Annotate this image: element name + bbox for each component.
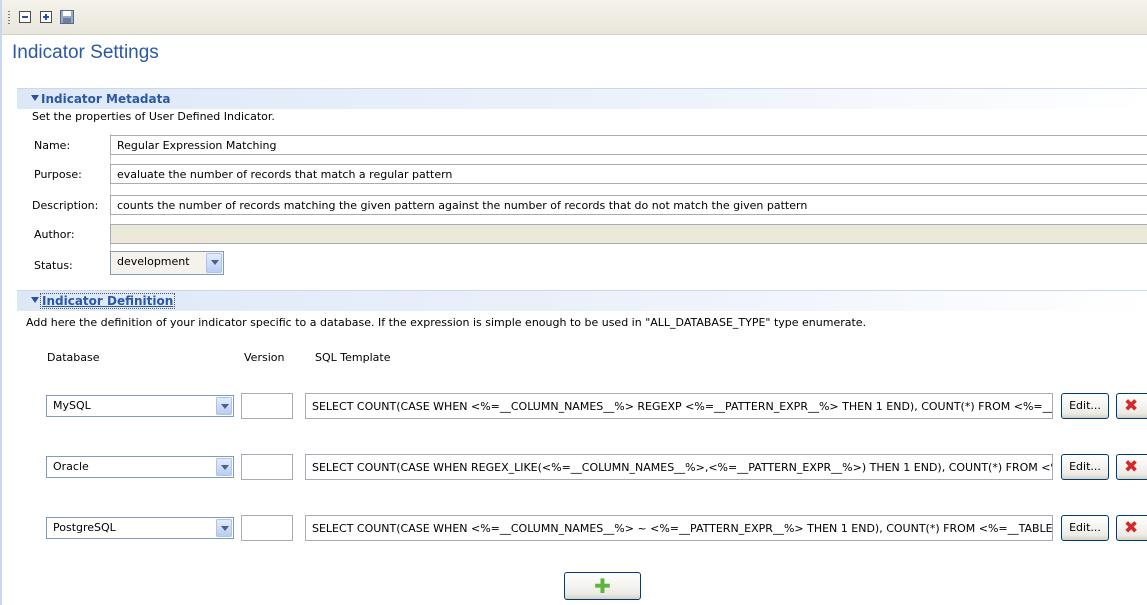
sql-column-header: SQL Template [315, 351, 391, 364]
delete-button[interactable]: ✖ [1116, 454, 1147, 480]
chevron-down-icon[interactable] [216, 397, 232, 415]
database-value: PostgreSQL [53, 521, 116, 534]
delete-button[interactable]: ✖ [1116, 515, 1147, 541]
edit-button[interactable]: Edit... [1061, 515, 1109, 541]
database-combo[interactable]: PostgreSQL [46, 517, 234, 539]
red-x-icon: ✖ [1124, 396, 1139, 416]
metadata-description: Set the properties of User Defined Indic… [32, 110, 275, 123]
sql-template-field[interactable]: SELECT COUNT(CASE WHEN REGEX_LIKE(<%=__C… [305, 454, 1053, 480]
sql-template-field[interactable]: SELECT COUNT(CASE WHEN <%=__COLUMN_NAMES… [305, 515, 1053, 541]
version-column-header: Version [244, 351, 285, 364]
name-field[interactable]: Regular Expression Matching [110, 135, 1147, 155]
database-combo[interactable]: Oracle [46, 456, 234, 478]
author-field [110, 224, 1147, 244]
status-label: Status: [34, 259, 73, 272]
metadata-section-header[interactable]: Indicator Metadata [17, 88, 1147, 109]
purpose-label: Purpose: [34, 168, 82, 181]
chevron-down-icon[interactable] [206, 253, 222, 273]
version-field[interactable] [241, 393, 293, 419]
database-column-header: Database [47, 351, 100, 364]
save-icon[interactable] [60, 10, 74, 24]
definition-section-header[interactable]: Indicator Definition [17, 290, 1147, 311]
red-x-icon: ✖ [1124, 518, 1139, 538]
database-value: Oracle [53, 460, 89, 473]
red-x-icon: ✖ [1124, 457, 1139, 477]
expand-all-icon[interactable] [39, 10, 53, 24]
edit-button[interactable]: Edit... [1061, 393, 1109, 419]
metadata-section-title[interactable]: Indicator Metadata [41, 92, 170, 106]
green-plus-icon: ✚ [594, 574, 611, 598]
collapse-all-icon[interactable] [18, 10, 32, 24]
edit-button[interactable]: Edit... [1061, 454, 1109, 480]
version-field[interactable] [241, 515, 293, 541]
purpose-field[interactable]: evaluate the number of records that matc… [110, 164, 1147, 184]
database-value: MySQL [53, 399, 91, 412]
delete-button[interactable]: ✖ [1116, 393, 1147, 419]
add-definition-button[interactable]: ✚ [564, 572, 641, 600]
editor-toolbar [2, 0, 1147, 35]
definition-section-title[interactable]: Indicator Definition [39, 293, 176, 309]
twistie-down-icon[interactable] [31, 95, 39, 101]
editor-left-border [0, 0, 2, 605]
status-combo[interactable]: development [110, 251, 224, 275]
description-field[interactable]: counts the number of records matching th… [110, 195, 1147, 215]
description-label: Description: [32, 199, 99, 212]
version-field[interactable] [241, 454, 293, 480]
twistie-down-icon[interactable] [31, 297, 39, 303]
page-title: Indicator Settings [12, 42, 159, 63]
database-combo[interactable]: MySQL [46, 395, 234, 417]
toolbar-grip[interactable] [8, 11, 10, 25]
sql-template-field[interactable]: SELECT COUNT(CASE WHEN <%=__COLUMN_NAMES… [305, 393, 1053, 419]
chevron-down-icon[interactable] [216, 519, 232, 537]
name-label: Name: [34, 139, 71, 152]
definition-description: Add here the definition of your indicato… [26, 316, 867, 329]
status-value: development [117, 255, 190, 268]
chevron-down-icon[interactable] [216, 458, 232, 476]
author-label: Author: [34, 228, 75, 241]
